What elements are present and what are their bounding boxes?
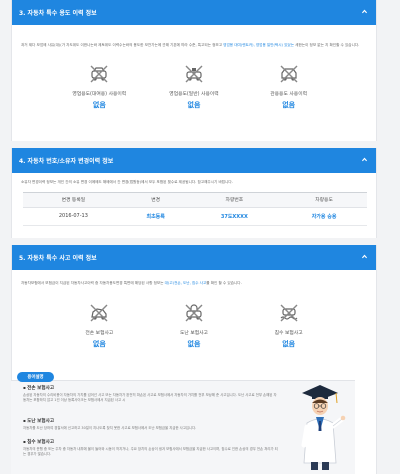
- column-header: 변경 등록일: [23, 191, 124, 208]
- total-loss-item: 전손 보험사고 없음: [54, 302, 144, 349]
- item-label: 영업용도(일반) 사용이력: [169, 91, 219, 97]
- official-car-icon: [278, 63, 300, 85]
- plate-number: 37도XXXX: [187, 207, 282, 226]
- theft-icon: [183, 302, 205, 324]
- theft-item: 도난 보험사고 없음: [149, 302, 239, 349]
- section-title: 4. 자동차 번호/소유자 변경이력 정보: [19, 158, 114, 165]
- item-label: 전손 보험사고: [85, 330, 114, 336]
- column-header: 차량번호: [187, 191, 282, 208]
- rental-car-icon: [88, 63, 110, 85]
- item-value: 없음: [187, 100, 201, 109]
- column-header: 변경: [123, 191, 188, 208]
- term-description: 자동차를 도난 당하여 경찰서에 신고하고 30일이 지나도록 찾지 못한 사고…: [23, 426, 197, 430]
- table-row: 2016-07-13 최초등록 37도XXXX 자가용 승용: [23, 207, 367, 226]
- term-description: 자동차의 운행 중 또는 주차 중 자동차 내부에 물이 들어와 시동이 꺼지거…: [23, 447, 278, 456]
- section-header[interactable]: 4. 자동차 번호/소유자 변경이력 정보: [12, 148, 376, 173]
- column-header: 차량용도: [281, 191, 367, 208]
- usage-items: 영업용도(대여용) 사용이력 없음 영업용도(일반) 사용이력 없음 관용용도 …: [12, 63, 376, 110]
- term-title: 도난 보험사고: [23, 418, 278, 424]
- change-type: 최초등록: [123, 207, 188, 226]
- item-label: 침수 보험사고: [274, 330, 303, 336]
- taxi-icon: [183, 63, 205, 85]
- accident-items: 전손 보험사고 없음 도난 보험사고 없음 침수 보험사고 없음: [12, 302, 376, 349]
- vehicle-usage: 자가용 승용: [281, 207, 367, 226]
- chevron-up-icon[interactable]: [361, 8, 368, 15]
- total-loss-icon: [88, 302, 110, 324]
- official-usage-item: 관용용도 사용이력 없음: [244, 63, 334, 110]
- term-description: 손상된 자동차의 수리비용이 자동차의 가치를 넘어선 사고 또는 자동차가 완…: [23, 393, 277, 402]
- item-label: 영업용도(대여용) 사용이력: [72, 91, 127, 97]
- item-value: 없음: [187, 339, 201, 348]
- terms-explanation-box: 용어설명 전손 보험사고 손상된 자동차의 수리비용이 자동차의 가치를 넘어선…: [11, 372, 355, 474]
- section-title: 3. 자동차 특수 용도 이력 정보: [19, 10, 97, 17]
- item-value: 없음: [282, 339, 296, 348]
- section-header[interactable]: 5. 자동차 특수 사고 이력 정보: [12, 245, 376, 270]
- special-usage-history-panel: 3. 자동차 특수 용도 이력 정보 과거 제다 모업에 사유(대)(가 자도위…: [11, 0, 377, 141]
- chevron-up-icon[interactable]: [361, 253, 368, 260]
- term-title: 전손 보험사고: [23, 385, 278, 391]
- section-title: 5. 자동차 특수 사고 이력 정보: [19, 255, 97, 262]
- item-label: 관용용도 사용이력: [270, 91, 308, 97]
- terms-badge: 용어설명: [17, 372, 54, 382]
- term-total-loss: 전손 보험사고 손상된 자동차의 수리비용이 자동차의 가치를 넘어선 사고 또…: [23, 385, 278, 403]
- section-description: 소유자 변경이력 정보는 개인 간의 소유 변경 이에에도 해에에서 간 변경(…: [21, 180, 233, 184]
- item-value: 없음: [92, 339, 106, 348]
- item-value: 없음: [92, 100, 106, 109]
- item-label: 도난 보험사고: [179, 330, 208, 336]
- flood-icon: [278, 302, 300, 324]
- section-header[interactable]: 3. 자동차 특수 용도 이력 정보: [12, 0, 376, 25]
- taxi-usage-item: 영업용도(일반) 사용이력 없음: [149, 63, 239, 110]
- graduate-mascot-illustration: [290, 379, 350, 474]
- item-value: 없음: [282, 100, 296, 109]
- change-history-table: 변경 등록일 변경 차량번호 차량용도 2016-07-13 최초등록 37도X…: [23, 191, 367, 226]
- flood-item: 침수 보험사고 없음: [244, 302, 334, 349]
- change-date: 2016-07-13: [23, 207, 124, 226]
- owner-change-history-panel: 4. 자동차 번호/소유자 변경이력 정보 소유자 변경이력 정보는 개인 간의…: [11, 148, 377, 238]
- term-title: 침수 보험사고: [23, 439, 278, 445]
- term-flood: 침수 보험사고 자동차의 운행 중 또는 주차 중 자동차 내부에 물이 들어와…: [23, 439, 278, 457]
- section-description: 과거 제다 모업에 사유(대)(가 자도위도 이한나는바 제토위도 이력수는바의…: [21, 43, 360, 47]
- rental-usage-item: 영업용도(대여용) 사용이력 없음: [54, 63, 144, 110]
- section-description: 자동차보험에서 보험금이 지급된 자동차사고이력 중 자동차용도변경 특변에 해…: [21, 281, 242, 285]
- chevron-up-icon[interactable]: [361, 156, 368, 163]
- term-theft: 도난 보험사고 자동차를 도난 당하여 경찰서에 신고하고 30일이 지나도록 …: [23, 418, 278, 431]
